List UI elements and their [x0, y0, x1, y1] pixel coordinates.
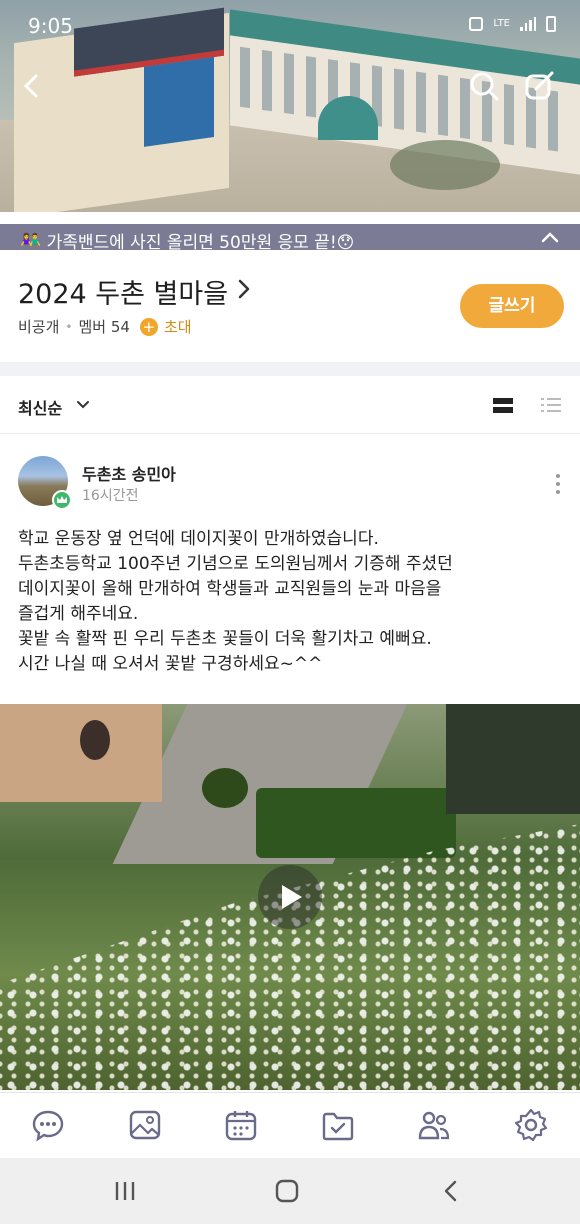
back-arrow-icon — [24, 74, 38, 98]
search-button[interactable] — [466, 68, 502, 104]
recent-apps-icon[interactable] — [112, 1178, 138, 1204]
compose-button[interactable] — [522, 68, 558, 104]
search-icon — [470, 72, 499, 101]
network-type: LTE — [493, 18, 510, 29]
sort-dropdown[interactable]: 최신순 — [18, 395, 62, 419]
bottom-tab-bar — [0, 1092, 580, 1158]
chevron-up-icon[interactable] — [540, 228, 560, 246]
privacy-label: 비공개 — [18, 318, 60, 336]
post-author[interactable]: 두촌초 송민아 — [82, 461, 176, 485]
play-icon — [282, 885, 302, 909]
invite-label: 초대 — [163, 318, 192, 336]
battery-icon — [546, 16, 556, 32]
status-time: 9:05 — [28, 14, 73, 38]
post-line: 두촌초등학교 100주년 기념으로 도의원님께서 기증해 주셨던 — [18, 554, 453, 574]
write-post-button[interactable]: 글쓰기 — [460, 284, 564, 328]
crown-badge-icon — [52, 490, 72, 510]
post-line: 데이지꽃이 올해 만개하여 학생들과 교직원들의 눈과 마음을 — [18, 579, 442, 599]
back-nav-icon[interactable] — [438, 1178, 464, 1204]
post-line: 시간 나실 때 오셔서 꽃밭 구경하세요~^^ — [18, 654, 323, 674]
post-time: 16시간전 — [82, 488, 139, 504]
post-line: 즐겁게 해주네요. — [18, 604, 139, 624]
chevron-right-icon[interactable] — [236, 278, 252, 300]
chevron-down-icon[interactable] — [76, 399, 90, 411]
status-bar: 9:05 LTE — [0, 0, 580, 52]
section-divider — [0, 362, 580, 376]
post-line: 꽃밭 속 활짝 핀 우리 두촌초 꽃들이 더욱 활기차고 예뻐요. — [18, 629, 432, 649]
signal-icon — [520, 17, 536, 31]
invite-button[interactable]: + 초대 — [139, 316, 192, 337]
home-icon[interactable] — [274, 1178, 300, 1204]
member-count[interactable]: 멤버 54 — [78, 316, 129, 337]
plus-icon: + — [139, 317, 158, 336]
list-view-icon[interactable] — [540, 396, 562, 414]
band-meta: 비공개 • 멤버 54 + 초대 — [18, 316, 192, 337]
play-button[interactable] — [258, 865, 322, 929]
notice-banner[interactable]: 👫 가족밴드에 사진 올리면 50만원 응모 끝!😯 — [0, 224, 580, 253]
folder-icon[interactable] — [321, 1108, 355, 1142]
back-button[interactable] — [14, 68, 50, 104]
post-line: 학교 운동장 옆 언덕에 데이지꽃이 만개하였습니다. — [18, 529, 379, 549]
chat-icon[interactable] — [31, 1108, 65, 1142]
photo-icon[interactable] — [128, 1108, 162, 1142]
post-body[interactable]: 학교 운동장 옆 언덕에 데이지꽃이 만개하였습니다. 두촌초등학교 100주년… — [18, 527, 566, 677]
compose-icon — [525, 71, 554, 100]
band-title[interactable]: 2024 두촌 별마을 — [18, 272, 228, 311]
alarm-icon — [469, 17, 484, 31]
more-options-icon[interactable] — [552, 472, 564, 496]
settings-icon[interactable] — [514, 1108, 548, 1142]
card-view-icon[interactable] — [492, 396, 514, 414]
members-icon[interactable] — [417, 1108, 451, 1142]
calendar-icon[interactable] — [224, 1108, 258, 1142]
